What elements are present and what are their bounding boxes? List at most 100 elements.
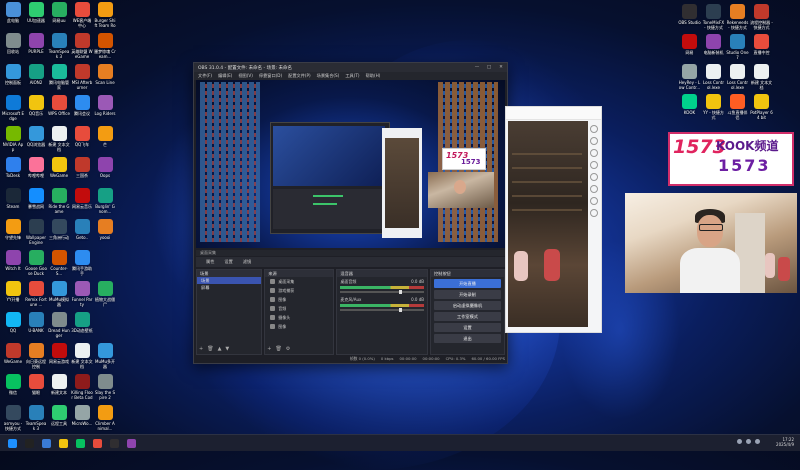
scene-item[interactable]: 场景 [197, 277, 262, 284]
sidebar-icon[interactable] [590, 137, 598, 145]
desktop-icon[interactable]: U-BANK [25, 312, 47, 346]
desktop-icon[interactable]: 3D动态壁纸 [71, 312, 93, 346]
maximize-button[interactable]: □ [483, 65, 495, 70]
desktop-icon[interactable]: WPS Office [48, 95, 70, 129]
desktop-icon[interactable]: Killing Floor Beta Codi... [71, 374, 93, 408]
desktop-icon[interactable]: Loss Control.lexe [702, 64, 725, 98]
desktop-icon[interactable]: 网易 [678, 34, 701, 68]
clock[interactable]: 17:22 2025/4/9 [776, 437, 794, 447]
source-item[interactable]: 摄像头 [265, 313, 333, 322]
source-item[interactable]: 游戏捕获 [265, 286, 333, 295]
desktop-icon[interactable]: 腾讯电脑管家 [48, 64, 70, 98]
desktop-icon[interactable]: Burglin' Gnom... [94, 188, 116, 222]
obs-title-bar[interactable]: OBS 31.0.4 - 配置文件: 未命名 - 场景: 未命名 — □ ✕ [194, 63, 507, 72]
start-streaming-button[interactable]: 开始直播 [433, 279, 501, 288]
menu-profile[interactable]: 配置文件(P) [288, 73, 311, 79]
desktop-icon[interactable]: YY开播 [2, 281, 24, 315]
obs-preview[interactable]: 1573 1573 [196, 80, 505, 248]
desktop-icon[interactable]: 噩梦惊魂 Cream... [94, 33, 116, 67]
desktop-icon[interactable]: 英雄联盟 WeGame [71, 33, 93, 67]
desktop-icon[interactable]: Wallpaper Engine [25, 219, 47, 253]
sidebar-icon[interactable] [590, 161, 598, 169]
desktop-icon[interactable]: 暴雪战网 [25, 188, 47, 222]
desktop-icon[interactable]: 微信 [2, 374, 24, 408]
filters-button[interactable]: 滤镜 [243, 259, 251, 265]
battery-icon[interactable] [755, 439, 760, 444]
taskbar-app-icon[interactable] [8, 438, 17, 448]
volume-slider[interactable] [340, 308, 424, 312]
desktop-icon[interactable]: AION2 [25, 64, 47, 98]
desktop-icon[interactable]: 植物大战僵尸 [94, 281, 116, 315]
remove-icon[interactable]: 🗑 [207, 346, 213, 352]
desktop-icon[interactable]: 此电脑 [2, 2, 24, 36]
move-down-icon[interactable]: ▼ [225, 346, 229, 352]
desktop-icon[interactable]: Goose Goose Duck [25, 250, 47, 284]
source-item[interactable]: 桌面采集 [265, 277, 333, 286]
sidebar-icon[interactable] [590, 185, 598, 193]
menu-help[interactable]: 帮助(H) [366, 73, 381, 79]
sidebar-icon[interactable] [590, 197, 598, 205]
desktop-icon[interactable]: Dread Hunger [48, 312, 70, 346]
desktop-icon[interactable]: Scan Line [94, 64, 116, 98]
sidebar-icon[interactable] [590, 173, 598, 181]
desktop-icon[interactable]: Funnel Party [71, 281, 93, 315]
taskbar-app-icon[interactable] [76, 438, 85, 448]
desktop-icon[interactable]: UU加速器 [25, 2, 47, 36]
volume-icon[interactable] [746, 439, 751, 444]
minimize-button[interactable]: — [471, 65, 483, 70]
desktop-icon[interactable]: 斗鱼直播伴侣 [726, 94, 749, 128]
desktop-icon[interactable]: Remix Fortune ... [25, 281, 47, 315]
taskbar-app-icon[interactable] [93, 438, 102, 448]
desktop-icon[interactable]: 电脑新装机 [702, 34, 725, 68]
source-item[interactable]: 音频 [265, 304, 333, 313]
desktop-icon[interactable]: Witch It [2, 250, 24, 284]
add-icon[interactable]: + [267, 346, 271, 352]
desktop-icon[interactable]: Ride the Game [48, 188, 70, 222]
desktop-icon[interactable]: Slay the Spire 2 [94, 374, 116, 408]
desktop-icon[interactable]: Oops [94, 157, 116, 191]
menu-file[interactable]: 文件(F) [198, 73, 212, 79]
desktop-icon[interactable]: 新建 文本文档 [48, 126, 70, 160]
desktop-icon[interactable]: PotPlayer 64 bit [750, 94, 773, 128]
studio-mode-button[interactable]: 工作室模式 [433, 312, 501, 321]
desktop-icon[interactable]: 回收站 [2, 33, 24, 67]
desktop-icon[interactable]: ToneMixFX - 快捷方式 [702, 4, 725, 38]
desktop-icon[interactable]: 三角洲行动 [48, 219, 70, 253]
desktop-icon[interactable]: MuMu多开器 [94, 343, 116, 377]
desktop-icon[interactable]: Counter-S... [48, 250, 70, 284]
desktop-icon[interactable]: TeamSpeak 3 [48, 33, 70, 67]
desktop-icon[interactable]: 猫眼 [25, 374, 47, 408]
desktop-icon[interactable]: NVIDIA App [2, 126, 24, 160]
desktop-icon[interactable]: QQ浏览器 [25, 126, 47, 160]
desktop-icon[interactable]: Steam [2, 188, 24, 222]
desktop-icon[interactable]: QQ飞车 [71, 126, 93, 160]
desktop-icon[interactable]: 向日葵远程控制 [25, 343, 47, 377]
menu-view[interactable]: 视图(V) [238, 73, 253, 79]
desktop-icon[interactable]: WeGame [48, 157, 70, 191]
start-recording-button[interactable]: 开始录制 [433, 290, 501, 299]
desktop-icon[interactable]: 网易uu [48, 2, 70, 36]
desktop-icon[interactable]: Burger Shift Team Roo... [94, 2, 116, 36]
taskbar-app-icon[interactable] [25, 438, 34, 448]
desktop-icon[interactable]: Loss Control.lexe [726, 64, 749, 98]
sidebar-icon[interactable] [590, 125, 598, 133]
desktop-icon[interactable]: WeGame [2, 343, 24, 377]
desktop-icon[interactable]: WE客户端中心 [71, 2, 93, 36]
desktop-icon[interactable]: 新建 文本文档 [71, 343, 93, 377]
taskbar-app-icon[interactable] [110, 438, 119, 448]
desktop-icon[interactable]: PURPLE [25, 33, 47, 67]
desktop-icon[interactable]: 腾讯手游助手 [71, 250, 93, 284]
desktop-icon[interactable]: Geto.. [71, 219, 93, 253]
virtual-camera-button[interactable]: 启动虚拟摄像机 [433, 301, 501, 310]
desktop-icon[interactable]: 网易云游戏 [48, 343, 70, 377]
desktop-icon[interactable]: 守望先锋 [2, 219, 24, 253]
sidebar-icon[interactable] [590, 149, 598, 157]
add-icon[interactable]: + [199, 346, 203, 352]
gear-icon[interactable]: ⚙ [286, 346, 290, 352]
obs-window[interactable]: OBS 31.0.4 - 配置文件: 未命名 - 场景: 未命名 — □ ✕ 文… [193, 62, 509, 364]
settings-button[interactable]: 设置 [224, 259, 232, 265]
desktop-icon[interactable]: 哔哩哔哩 [25, 157, 47, 191]
remove-icon[interactable]: 🗑 [275, 346, 281, 352]
desktop-icon[interactable]: HeyRey - Low Contr... [678, 64, 701, 98]
desktop-icon[interactable]: 新建 文本文档 [750, 64, 773, 98]
